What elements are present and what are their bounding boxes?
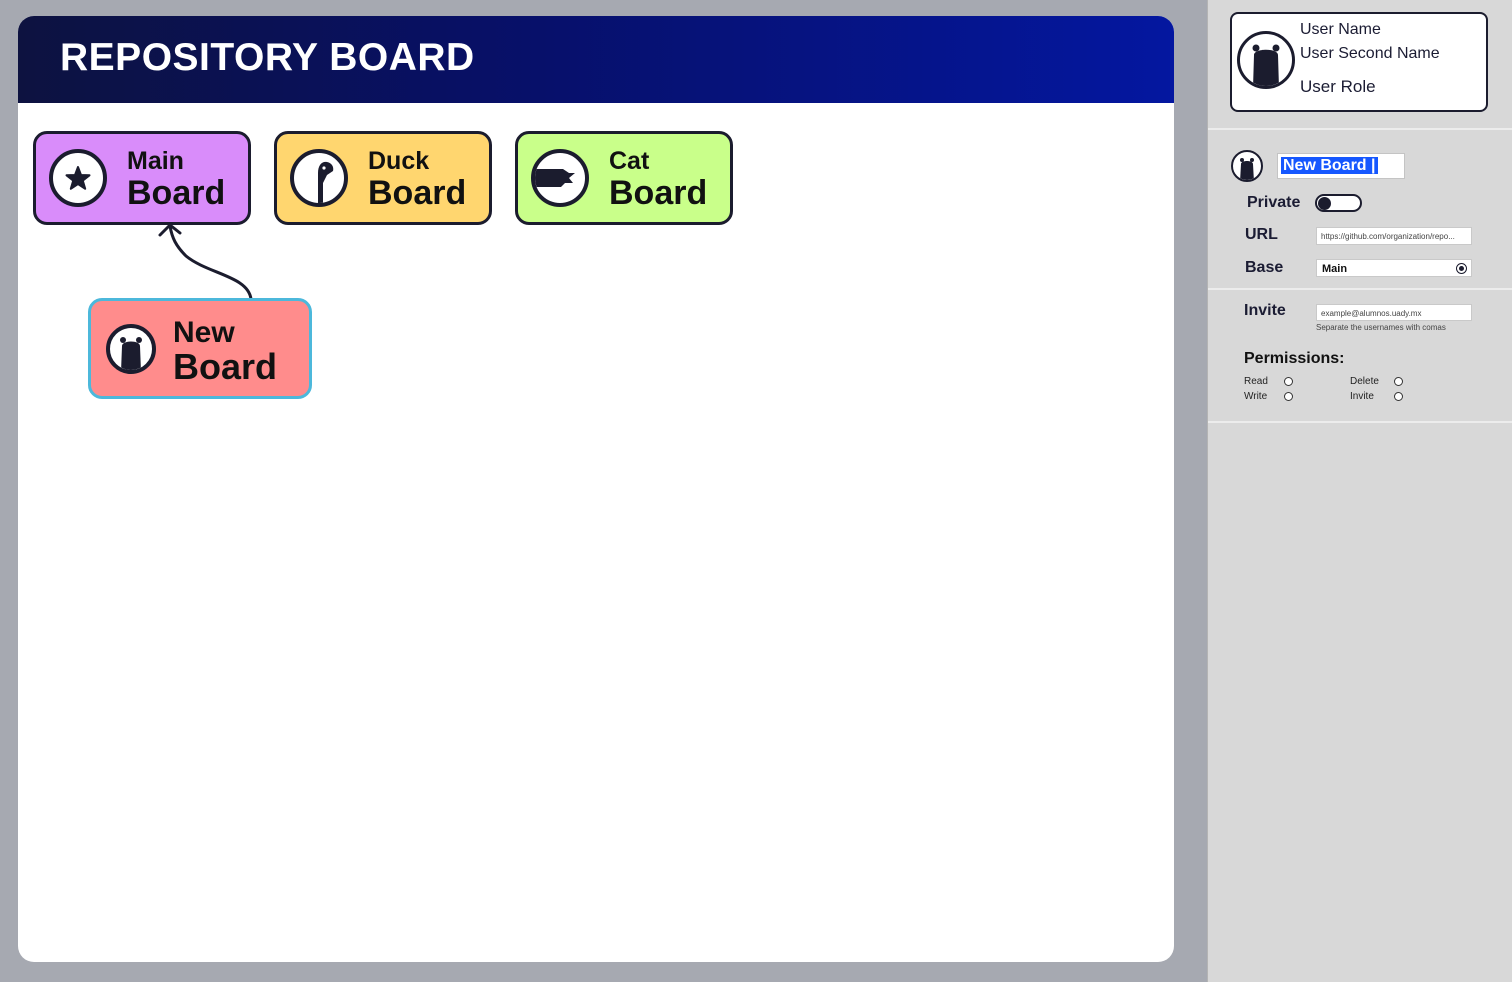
star-icon <box>49 149 107 207</box>
divider <box>1208 288 1512 290</box>
toggle-knob <box>1318 197 1331 210</box>
repository-board-canvas: REPOSITORY BOARD Main Board Duck Board C… <box>18 16 1174 962</box>
card-title-line2: Board <box>609 174 708 212</box>
invite-label: Invite <box>1244 302 1286 319</box>
board-name-value: New Board | <box>1281 157 1378 174</box>
card-title-line2: Board <box>173 346 278 387</box>
invite-placeholder: example@alumnos.uady.mx <box>1321 309 1422 318</box>
user-profile-card[interactable]: User Name User Second Name User Role <box>1230 12 1488 112</box>
user-name: User Name <box>1300 21 1381 38</box>
bear-icon <box>1237 31 1295 89</box>
duck-icon <box>290 149 348 207</box>
board-header: REPOSITORY BOARD <box>18 16 1174 103</box>
bear-icon[interactable] <box>1231 150 1263 182</box>
page-title: REPOSITORY BOARD <box>60 36 475 79</box>
private-label: Private <box>1247 194 1301 211</box>
url-placeholder: https://github.com/organization/repo... <box>1321 232 1455 241</box>
board-card-main[interactable]: Main Board <box>33 131 251 225</box>
board-name-input[interactable]: New Board | <box>1277 153 1405 179</box>
branch-connector-arrow <box>158 223 253 301</box>
board-card-duck[interactable]: Duck Board <box>274 131 492 225</box>
user-second-name: User Second Name <box>1300 45 1440 62</box>
base-label: Base <box>1245 259 1284 276</box>
permission-write-radio[interactable] <box>1284 392 1293 401</box>
base-value: Main <box>1322 263 1348 275</box>
permission-write-label: Write <box>1244 391 1268 402</box>
divider <box>1208 421 1512 423</box>
base-select[interactable]: Main <box>1316 259 1472 277</box>
invite-input[interactable]: example@alumnos.uady.mx <box>1316 304 1472 321</box>
base-selected-radio[interactable] <box>1456 263 1467 274</box>
permission-delete-radio[interactable] <box>1394 377 1403 386</box>
bear-icon <box>106 324 156 374</box>
permission-invite-radio[interactable] <box>1394 392 1403 401</box>
private-toggle[interactable] <box>1315 194 1362 212</box>
card-title-line1: Cat <box>609 147 650 175</box>
permission-read-label: Read <box>1244 376 1268 387</box>
permission-invite-label: Invite <box>1350 391 1374 402</box>
card-title-line1: Main <box>127 147 184 175</box>
url-input[interactable]: https://github.com/organization/repo... <box>1316 227 1472 245</box>
card-title-line2: Board <box>127 174 226 212</box>
card-title-line1: New <box>173 316 235 349</box>
invite-hint: Separate the usernames with comas <box>1316 323 1446 332</box>
url-label: URL <box>1245 226 1278 243</box>
card-title-line1: Duck <box>368 147 430 175</box>
permission-delete-label: Delete <box>1350 376 1379 387</box>
board-card-new[interactable]: New Board <box>88 298 312 399</box>
divider <box>1208 128 1512 130</box>
permissions-title: Permissions: <box>1244 350 1345 367</box>
cat-icon <box>531 149 589 207</box>
properties-sidebar: User Name User Second Name User Role New… <box>1207 0 1512 982</box>
board-card-cat[interactable]: Cat Board <box>515 131 733 225</box>
permission-read-radio[interactable] <box>1284 377 1293 386</box>
user-role: User Role <box>1300 77 1376 96</box>
card-title-line2: Board <box>368 174 467 212</box>
